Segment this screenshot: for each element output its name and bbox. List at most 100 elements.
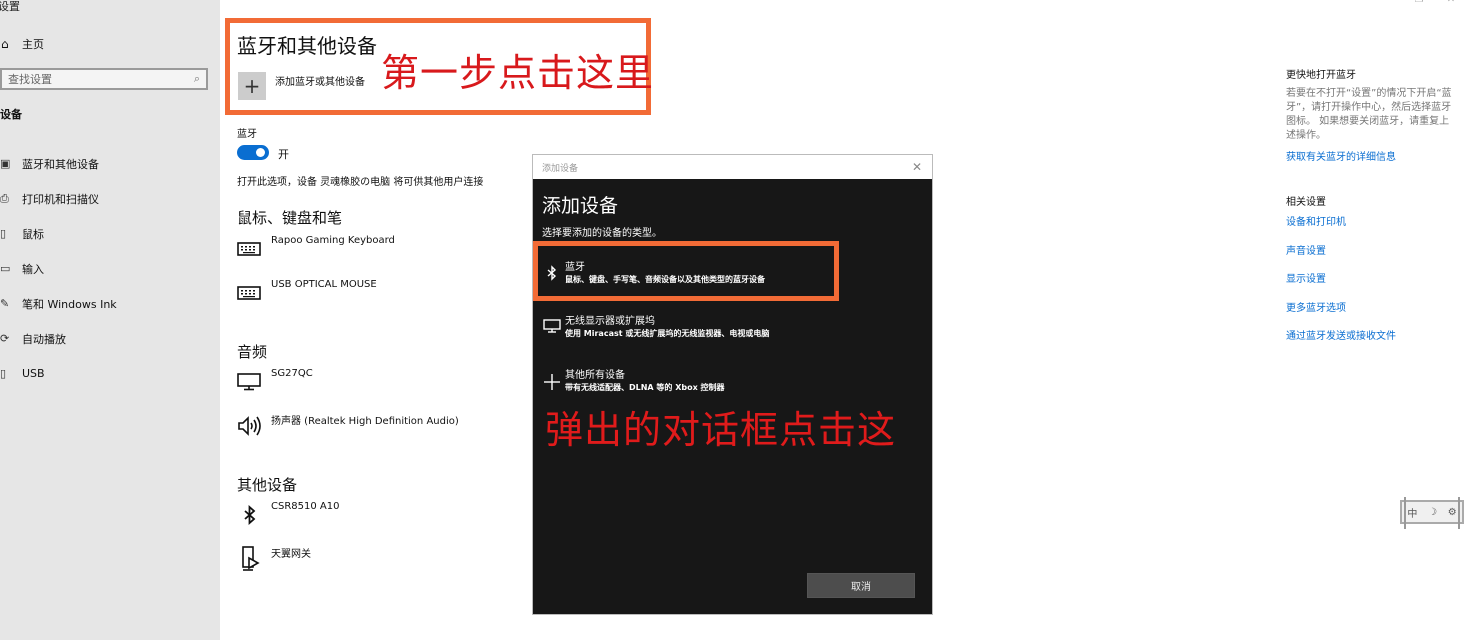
device-name: Rapoo Gaming Keyboard <box>271 235 395 246</box>
keyboard-icon <box>237 235 271 259</box>
sidebar-item-label: 自动播放 <box>22 332 66 346</box>
keyboard-icon <box>237 279 271 303</box>
option-desc: 使用 Miracast 或无线扩展坞的无线监视器、电视或电脑 <box>565 329 770 338</box>
device-item[interactable]: 天翼网关 <box>237 545 311 571</box>
sidebar-item-label: 笔和 Windows Ink <box>22 297 117 311</box>
sidebar-item-bluetooth[interactable]: ▣ 蓝牙和其他设备 <box>0 146 117 181</box>
device-item[interactable]: Rapoo Gaming Keyboard <box>237 235 395 259</box>
device-name: USB OPTICAL MOUSE <box>271 279 377 290</box>
related-link-display[interactable]: 显示设置 <box>1286 270 1458 299</box>
annotation-step1: 第一步点击这里 <box>381 51 655 95</box>
close-button[interactable]: ✕ <box>1435 0 1467 5</box>
device-item[interactable]: USB OPTICAL MOUSE <box>237 279 377 303</box>
maximize-button[interactable]: ❐ <box>1403 0 1435 5</box>
toggle-state-label: 开 <box>278 148 289 161</box>
bluetooth-icon <box>237 501 271 525</box>
home-label: 主页 <box>22 38 44 51</box>
quick-bluetooth-title: 更快地打开蓝牙 <box>1286 70 1356 81</box>
dialog-subtitle: 选择要添加的设备的类型。 <box>542 228 662 239</box>
sidebar-item-label: 打印机和扫描仪 <box>22 192 99 206</box>
keyboard-icon: ▭ <box>0 262 11 275</box>
device-name: 天翼网关 <box>271 549 311 560</box>
usb-icon: ▯ <box>0 367 7 380</box>
annotation-step2: 弹出的对话框点击这 <box>545 408 897 452</box>
bluetooth-icon <box>539 261 565 285</box>
device-item[interactable]: CSR8510 A10 <box>237 501 339 525</box>
add-device-button[interactable]: + <box>238 72 266 100</box>
dialog-window-title: 添加设备 <box>542 163 579 174</box>
media-device-icon <box>237 545 271 571</box>
add-device-label[interactable]: 添加蓝牙或其他设备 <box>275 73 365 88</box>
monitor-icon <box>539 315 565 337</box>
option-title: 无线显示器或扩展坞 <box>565 316 655 327</box>
device-name: SG27QC <box>271 368 313 379</box>
group-title-audio: 音频 <box>237 343 268 361</box>
dialog-titlebar: 添加设备 ✕ <box>533 155 932 179</box>
add-device-dialog: 添加设备 ✕ 添加设备 选择要添加的设备的类型。 蓝牙 鼠标、键盘、手写笔、音频… <box>532 154 933 615</box>
sidebar-item-printers[interactable]: ⎙ 打印机和扫描仪 <box>0 181 117 216</box>
sidebar: 设置 ⌂ 主页 ⌕ 设备 ▣ 蓝牙和其他设备 ⎙ 打印机和扫描仪 ▯ 鼠标 ▭ … <box>0 0 220 640</box>
related-settings-title: 相关设置 <box>1286 197 1326 208</box>
sidebar-item-usb[interactable]: ▯ USB <box>0 356 117 391</box>
option-desc: 鼠标、键盘、手写笔、音频设备以及其他类型的蓝牙设备 <box>565 275 765 284</box>
ime-toolbar[interactable]: 中 ☽ ⚙ <box>1400 497 1464 529</box>
sidebar-item-autoplay[interactable]: ⟳ 自动播放 <box>0 321 117 356</box>
bluetooth-toggle[interactable] <box>237 145 269 160</box>
group-title-other: 其他设备 <box>237 476 298 494</box>
ime-mode-icon[interactable]: 中 <box>1407 505 1417 520</box>
option-title: 蓝牙 <box>565 262 585 273</box>
option-bluetooth[interactable]: 蓝牙 鼠标、键盘、手写笔、音频设备以及其他类型的蓝牙设备 <box>539 261 765 286</box>
option-title: 其他所有设备 <box>565 370 625 381</box>
bluetooth-label: 蓝牙 <box>237 129 257 140</box>
search-input[interactable] <box>8 72 194 86</box>
device-name: 扬声器 (Realtek High Definition Audio) <box>271 416 459 427</box>
related-settings-panel: 相关设置 设备和打印机 声音设置 显示设置 更多蓝牙选项 通过蓝牙发送或接收文件 <box>1286 193 1458 356</box>
plus-icon <box>539 369 565 395</box>
plus-icon: + <box>243 74 261 98</box>
section-label: 设备 <box>0 108 22 121</box>
sidebar-item-pen[interactable]: ✎ 笔和 Windows Ink <box>0 286 117 321</box>
quick-bluetooth-panel: 更快地打开蓝牙 若要在不打开“设置”的情况下开启“蓝牙”，请打开操作中心，然后选… <box>1286 66 1458 163</box>
option-everything-else[interactable]: 其他所有设备 带有无线适配器、DLNA 等的 Xbox 控制器 <box>539 369 725 395</box>
printer-icon: ⎙ <box>0 191 9 205</box>
cancel-button[interactable]: 取消 <box>807 573 915 598</box>
toggle-knob <box>256 148 265 157</box>
device-item[interactable]: SG27QC <box>237 368 313 392</box>
page-title: 蓝牙和其他设备 <box>237 34 377 58</box>
option-wireless-display[interactable]: 无线显示器或扩展坞 使用 Miracast 或无线扩展坞的无线监视器、电视或电脑 <box>539 315 769 340</box>
window-title: 设置 <box>0 0 20 13</box>
minimize-button[interactable]: – <box>1371 0 1403 5</box>
search-box[interactable]: ⌕ <box>0 68 208 90</box>
group-title-input: 鼠标、键盘和笔 <box>237 209 343 227</box>
sidebar-home[interactable]: ⌂ 主页 <box>0 36 44 52</box>
mouse-icon: ▯ <box>0 227 7 240</box>
autoplay-icon: ⟳ <box>0 332 10 345</box>
pen-icon: ✎ <box>0 297 10 310</box>
moon-icon[interactable]: ☽ <box>1428 507 1437 518</box>
related-link-more-bluetooth[interactable]: 更多蓝牙选项 <box>1286 299 1458 328</box>
bluetooth-info-link[interactable]: 获取有关蓝牙的详细信息 <box>1286 148 1458 163</box>
sidebar-item-label: 输入 <box>22 262 44 276</box>
sidebar-item-label: USB <box>22 367 45 380</box>
search-icon[interactable]: ⌕ <box>194 72 200 86</box>
device-item[interactable]: 扬声器 (Realtek High Definition Audio) <box>237 412 459 436</box>
dialog-heading: 添加设备 <box>542 195 619 217</box>
settings-icon[interactable]: ⚙ <box>1448 507 1457 518</box>
speaker-icon <box>237 412 271 436</box>
option-desc: 带有无线适配器、DLNA 等的 Xbox 控制器 <box>565 383 725 392</box>
quick-bluetooth-desc: 若要在不打开“设置”的情况下开启“蓝牙”，请打开操作中心，然后选择蓝牙图标。 如… <box>1286 88 1452 141</box>
home-icon: ⌂ <box>1 37 9 51</box>
sidebar-item-label: 蓝牙和其他设备 <box>22 157 99 171</box>
sidebar-nav: ▣ 蓝牙和其他设备 ⎙ 打印机和扫描仪 ▯ 鼠标 ▭ 输入 ✎ 笔和 Windo… <box>0 146 117 391</box>
sidebar-item-typing[interactable]: ▭ 输入 <box>0 251 117 286</box>
related-link-send-receive[interactable]: 通过蓝牙发送或接收文件 <box>1286 327 1458 356</box>
device-name: CSR8510 A10 <box>271 501 340 512</box>
bluetooth-devices-icon: ▣ <box>0 157 11 170</box>
close-icon[interactable]: ✕ <box>912 160 922 174</box>
related-link-sound[interactable]: 声音设置 <box>1286 242 1458 271</box>
monitor-icon <box>237 368 271 392</box>
sidebar-item-mouse[interactable]: ▯ 鼠标 <box>0 216 117 251</box>
related-link-devices-printers[interactable]: 设备和打印机 <box>1286 213 1458 242</box>
discoverable-text: 打开此选项，设备 灵魂橡胶の电脑 将可供其他用户连接 <box>237 177 484 188</box>
window-controls: – ❐ ✕ <box>1371 0 1467 5</box>
